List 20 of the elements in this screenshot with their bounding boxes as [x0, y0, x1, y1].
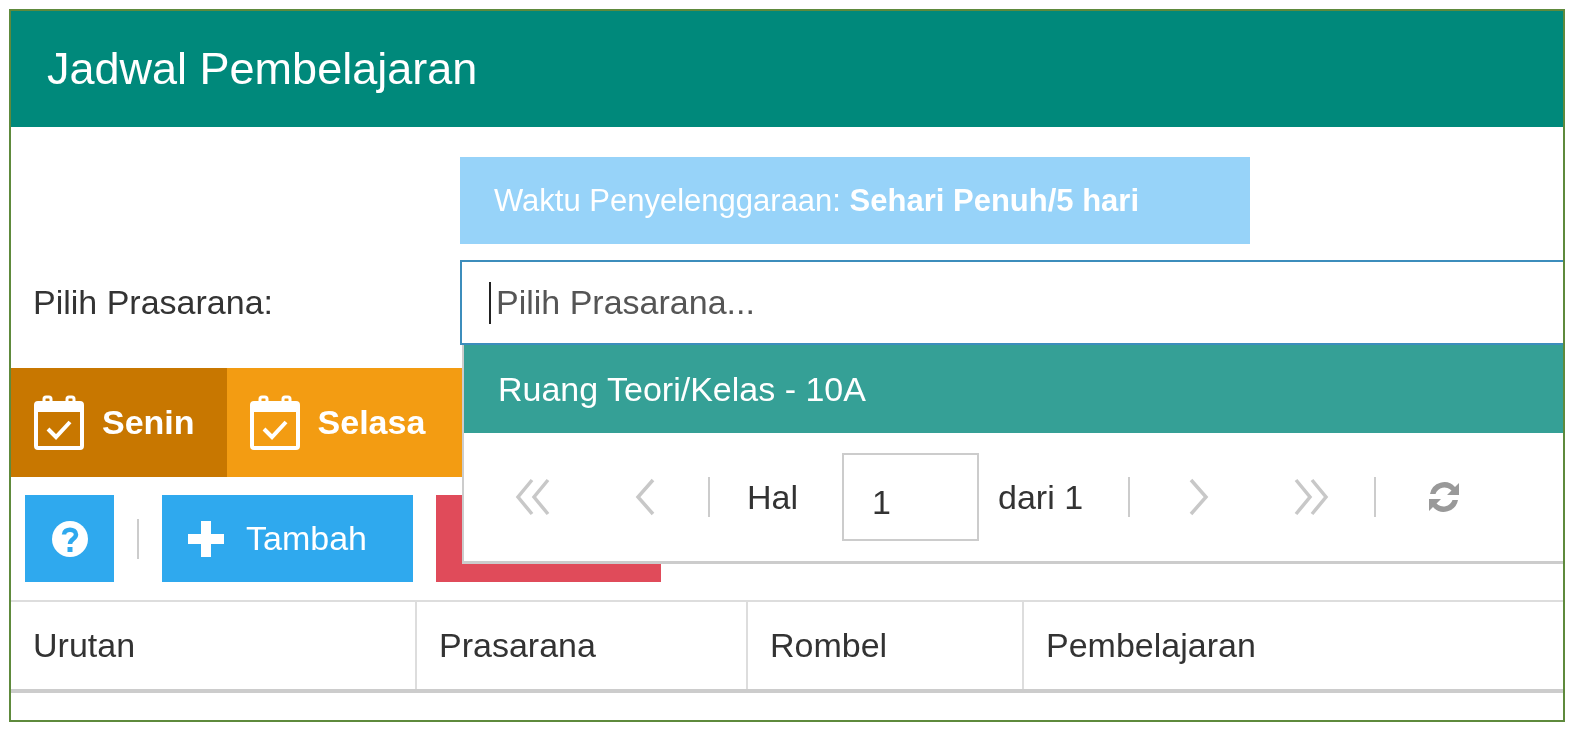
- select-field[interactable]: Pilih Prasarana...: [460, 260, 1563, 345]
- page-label: Hal: [747, 477, 799, 517]
- help-button[interactable]: [25, 495, 114, 582]
- add-button[interactable]: Tambah: [162, 495, 413, 582]
- column-header: Pembelajaran: [1045, 625, 1257, 666]
- calendar-check-icon: [248, 394, 301, 451]
- page-count: dari 1: [998, 477, 1084, 517]
- page-field[interactable]: 1: [842, 453, 980, 541]
- calendar-check-icon: [33, 394, 85, 451]
- column-header: Urutan: [11, 602, 417, 689]
- column-header: Prasarana: [417, 602, 748, 689]
- info-banner: Waktu Penyelenggaraan: Sehari Penuh/5 hari: [460, 157, 1250, 244]
- help-icon: [50, 519, 89, 558]
- day-tab[interactable]: Senin: [11, 368, 227, 477]
- column-header: Rombel: [748, 602, 1024, 689]
- panel-title: Jadwal Pembelajaran: [47, 43, 478, 95]
- dropdown-option[interactable]: Ruang Teori/Kelas - 10A: [464, 345, 1563, 433]
- plus-icon: [188, 520, 224, 557]
- field-label: Pilih Prasarana:: [32, 283, 273, 322]
- text-cursor-icon: [489, 282, 491, 324]
